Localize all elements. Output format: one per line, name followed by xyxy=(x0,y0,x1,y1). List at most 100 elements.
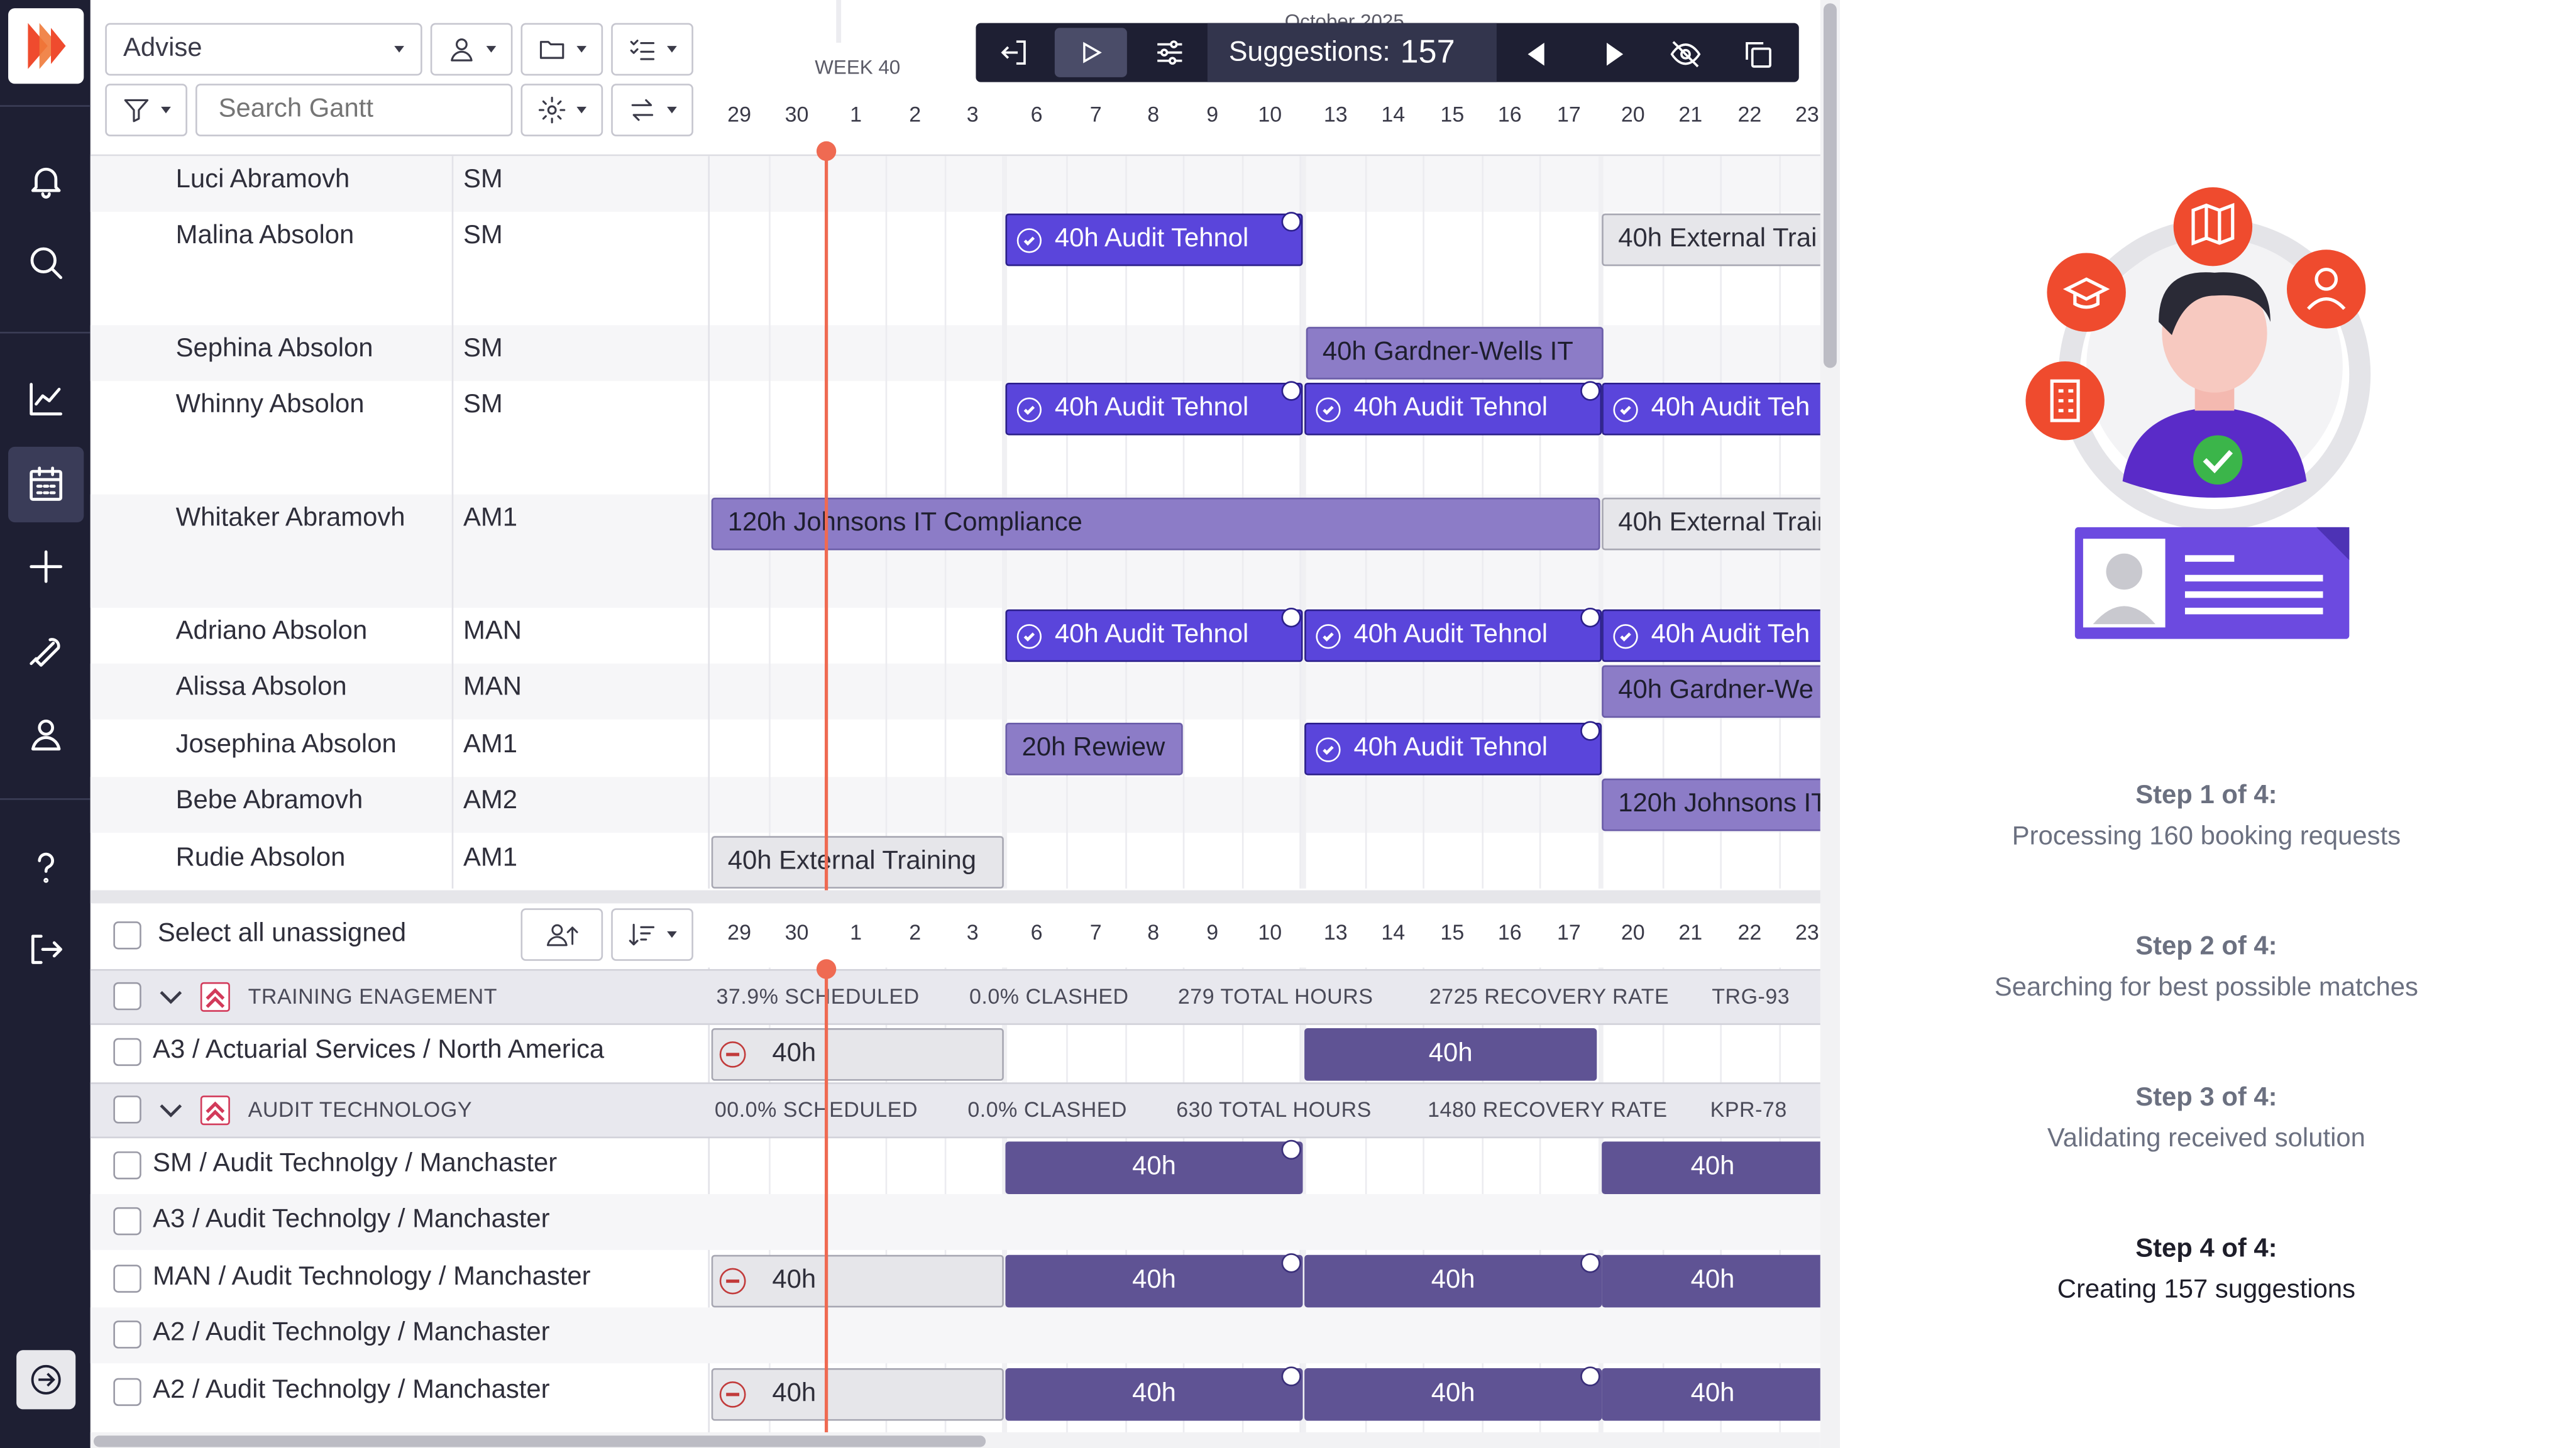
suggested-booking-bar[interactable]: 40h Audit Teh xyxy=(1602,609,1824,662)
suggested-booking-bar[interactable]: 40h Audit Tehnol xyxy=(1304,609,1602,662)
suggestion-handle[interactable] xyxy=(1281,607,1301,628)
person-name[interactable]: Alissa Absolon xyxy=(176,674,347,703)
unassigned-row-label[interactable]: A2 / Audit Technolgy / Manchaster xyxy=(153,1319,549,1349)
person-role: AM1 xyxy=(463,731,518,759)
suggestion-handle[interactable] xyxy=(1281,212,1301,232)
bar-label: 40h xyxy=(1428,1039,1473,1068)
suggestion-handle[interactable] xyxy=(1281,1139,1301,1160)
group-stat-scheduled: 37.9% SCHEDULED xyxy=(716,984,920,1009)
person-name[interactable]: Adriano Absolon xyxy=(176,618,368,647)
unassigned-request-bar[interactable]: 40h xyxy=(1304,1028,1597,1081)
horizontal-scrollbar-thumb[interactable] xyxy=(93,1435,986,1447)
booking-bar[interactable]: 20h Rewiew xyxy=(1005,722,1183,776)
day-label: 22 xyxy=(1737,919,1762,945)
next-suggestion-button[interactable] xyxy=(1593,33,1636,75)
group-stat-total: 279 TOTAL HOURS xyxy=(1177,984,1373,1009)
suggestion-handle[interactable] xyxy=(1580,381,1600,401)
unassigned-request-bar[interactable]: 40h xyxy=(1602,1141,1824,1195)
unassigned-row-label[interactable]: SM / Audit Technolgy / Manchaster xyxy=(153,1149,557,1179)
unassigned-row-label[interactable]: A3 / Audit Technolgy / Manchaster xyxy=(153,1205,549,1235)
bar-label: 40h xyxy=(1431,1266,1475,1295)
row-checkbox[interactable] xyxy=(113,1264,141,1293)
remove-circle-icon[interactable] xyxy=(719,1268,746,1295)
unassigned-request-bar[interactable]: 40h xyxy=(1005,1141,1303,1195)
row-checkbox[interactable] xyxy=(113,1320,141,1349)
person-name[interactable]: Josephina Absolon xyxy=(176,731,397,760)
unassigned-request-bar[interactable]: 40h xyxy=(1005,1254,1303,1308)
booking-bar[interactable]: 40h Gardner-Wells IT xyxy=(1306,327,1604,380)
person-role: SM xyxy=(463,335,503,363)
suggestion-handle[interactable] xyxy=(1580,721,1600,741)
check-circle-icon[interactable] xyxy=(1016,623,1042,649)
booking-bar[interactable]: 40h External Training xyxy=(711,836,1004,889)
check-circle-icon[interactable] xyxy=(1016,227,1042,253)
person-name[interactable]: Luci Abramovh xyxy=(176,166,350,195)
remove-circle-icon[interactable] xyxy=(719,1041,746,1068)
row-checkbox[interactable] xyxy=(113,1151,141,1180)
unassigned-request-bar[interactable]: 40h xyxy=(1304,1254,1602,1308)
suggested-booking-bar[interactable]: 40h Audit Tehnol xyxy=(1005,382,1303,436)
person-filter-button[interactable] xyxy=(430,23,513,76)
group-checkbox[interactable] xyxy=(113,1095,141,1124)
unassigned-request-bar[interactable]: 40h xyxy=(711,1254,1004,1308)
adjust-settings-button[interactable] xyxy=(1148,31,1191,74)
suggestion-handle[interactable] xyxy=(1580,1366,1600,1386)
suggested-booking-bar[interactable]: 40h Audit Tehnol xyxy=(1304,722,1602,776)
vertical-scrollbar-thumb[interactable] xyxy=(1823,3,1837,368)
row-checkbox[interactable] xyxy=(113,1207,141,1236)
unassigned-request-bar[interactable]: 40h xyxy=(1005,1368,1303,1421)
app-logo[interactable] xyxy=(8,8,84,84)
person-name[interactable]: Whitaker Abramovh xyxy=(176,504,405,534)
view-select[interactable]: Advise xyxy=(105,23,422,76)
unassigned-request-bar[interactable]: 40h xyxy=(711,1028,1004,1081)
suggested-booking-bar[interactable]: 40h Audit Tehnol xyxy=(1005,213,1303,266)
unassigned-row-label[interactable]: A2 / Audit Technolgy / Manchaster xyxy=(153,1376,549,1406)
booking-bar[interactable]: 120h Johnsons IT xyxy=(1602,778,1824,831)
check-circle-icon[interactable] xyxy=(1316,397,1341,422)
previous-suggestion-button[interactable] xyxy=(1515,33,1558,75)
check-circle-icon[interactable] xyxy=(1016,397,1042,422)
booking-bar[interactable]: 40h External Train xyxy=(1602,497,1824,551)
suggestion-handle[interactable] xyxy=(1580,607,1600,628)
person-name[interactable]: Sephina Absolon xyxy=(176,335,373,365)
booking-bar[interactable]: 40h Gardner-We xyxy=(1602,665,1824,718)
remove-circle-icon[interactable] xyxy=(719,1381,746,1408)
suggestion-handle[interactable] xyxy=(1580,1253,1600,1273)
booking-bar[interactable]: 120h Johnsons IT Compliance xyxy=(711,497,1600,551)
unassigned-row-label[interactable]: MAN / Audit Technology / Manchaster xyxy=(153,1263,591,1293)
row-stripe xyxy=(90,663,1824,720)
hide-suggestions-button[interactable] xyxy=(1663,33,1709,75)
suggested-booking-bar[interactable]: 40h Audit Tehnol xyxy=(1005,609,1303,662)
suggested-booking-bar[interactable]: 40h Audit Teh xyxy=(1602,382,1824,436)
booking-bar[interactable]: 40h External Trai xyxy=(1602,213,1824,266)
suggestion-handle[interactable] xyxy=(1281,1366,1301,1386)
duplicate-button[interactable] xyxy=(1735,33,1781,75)
exit-advise-button[interactable] xyxy=(993,31,1035,74)
checklist-button[interactable] xyxy=(611,23,693,76)
row-checkbox[interactable] xyxy=(113,1378,141,1407)
check-circle-icon[interactable] xyxy=(1316,623,1341,649)
person-name[interactable]: Whinny Absolon xyxy=(176,391,365,420)
bar-label: 40h Audit Tehnol xyxy=(1353,734,1548,762)
collapse-chevron-icon[interactable] xyxy=(156,1097,185,1124)
unassigned-row-label[interactable]: A3 / Actuarial Services / North America xyxy=(153,1036,604,1066)
suggestion-handle[interactable] xyxy=(1281,381,1301,401)
section-splitter[interactable] xyxy=(90,890,1824,904)
unassigned-request-bar[interactable]: 40h xyxy=(1602,1254,1824,1308)
person-name[interactable]: Rudie Absolon xyxy=(176,844,346,874)
unassigned-request-bar[interactable]: 40h xyxy=(1602,1368,1824,1421)
check-circle-icon[interactable] xyxy=(1613,623,1638,649)
play-button[interactable] xyxy=(1054,28,1127,77)
suggestion-handle[interactable] xyxy=(1281,1253,1301,1273)
person-name[interactable]: Bebe Abramovh xyxy=(176,787,363,816)
unassigned-request-bar[interactable]: 40h xyxy=(1304,1368,1602,1421)
person-name[interactable]: Malina Absolon xyxy=(176,222,355,251)
folder-filter-button[interactable] xyxy=(520,23,603,76)
row-checkbox[interactable] xyxy=(113,1038,141,1067)
unassigned-request-bar[interactable]: 40h xyxy=(711,1368,1004,1421)
group-checkbox[interactable] xyxy=(113,982,141,1011)
suggested-booking-bar[interactable]: 40h Audit Tehnol xyxy=(1304,382,1602,436)
check-circle-icon[interactable] xyxy=(1316,737,1341,762)
check-circle-icon[interactable] xyxy=(1613,397,1638,422)
collapse-chevron-icon[interactable] xyxy=(156,984,185,1010)
